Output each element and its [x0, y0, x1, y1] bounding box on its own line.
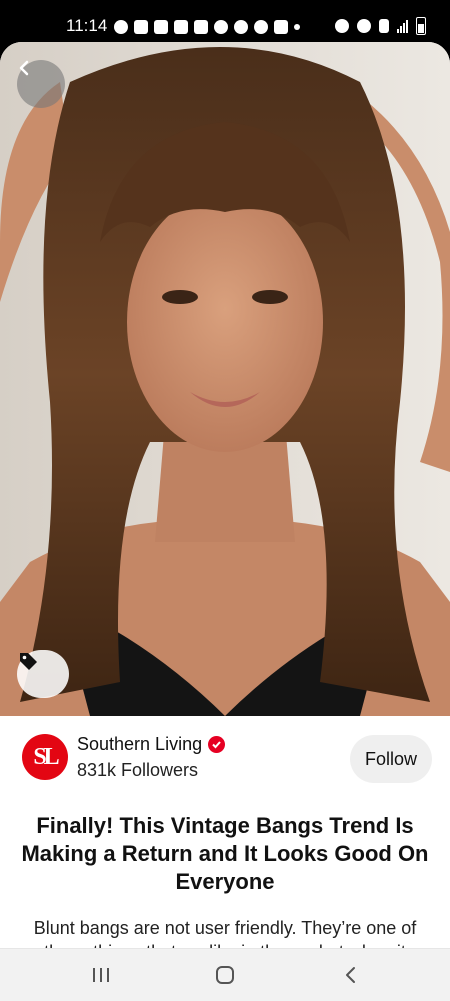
voicemail-icon	[234, 20, 248, 34]
battery-icon	[416, 17, 426, 35]
more-notifications-dot-icon	[294, 24, 300, 30]
globe-icon	[254, 20, 268, 34]
home-icon	[216, 966, 234, 984]
pin-title: Finally! This Vintage Bangs Trend Is Mak…	[21, 813, 429, 894]
recents-button[interactable]	[90, 963, 112, 987]
follow-button[interactable]: Follow	[350, 735, 432, 783]
creator-name-row: Southern Living	[77, 734, 226, 755]
verified-check-icon	[208, 736, 226, 753]
pin-photo	[0, 42, 450, 716]
location-icon	[357, 19, 371, 33]
status-time: 11:14	[66, 16, 108, 35]
pinterest-icon	[214, 20, 228, 34]
wifi-calling-icon	[379, 19, 389, 33]
chevron-left-icon	[19, 60, 29, 76]
system-icons	[335, 17, 426, 35]
status-bar: 11:14	[0, 0, 450, 48]
tag-button[interactable]	[17, 650, 69, 698]
tag-icon	[20, 653, 37, 670]
mcdonalds-icon	[274, 20, 288, 34]
alarm-icon	[335, 19, 349, 33]
pin-image	[0, 42, 450, 716]
avatar-text: SL	[33, 743, 59, 770]
creator-row: SL Southern Living 831k Followers Follow	[0, 716, 450, 802]
avatar[interactable]: SL	[22, 734, 68, 780]
pin-description: Blunt bangs are not user friendly. They’…	[33, 918, 417, 948]
recents-icon	[93, 968, 109, 982]
nav-back-button[interactable]	[340, 963, 362, 987]
signal-icon	[397, 19, 408, 33]
app-icon	[194, 20, 208, 34]
facebook-icon	[154, 20, 168, 34]
app-u-icon	[134, 20, 148, 34]
back-icon	[346, 967, 355, 983]
gallery-icon	[174, 20, 188, 34]
navigation-bar	[0, 948, 450, 1001]
notification-icons	[114, 18, 300, 36]
follower-count: 831k Followers	[77, 760, 199, 780]
pin-sheet: SL Southern Living 831k Followers Follow…	[0, 42, 450, 948]
back-button[interactable]	[17, 60, 65, 108]
home-button[interactable]	[214, 963, 236, 987]
messenger-icon	[114, 20, 128, 34]
creator-name[interactable]: Southern Living	[77, 734, 202, 755]
